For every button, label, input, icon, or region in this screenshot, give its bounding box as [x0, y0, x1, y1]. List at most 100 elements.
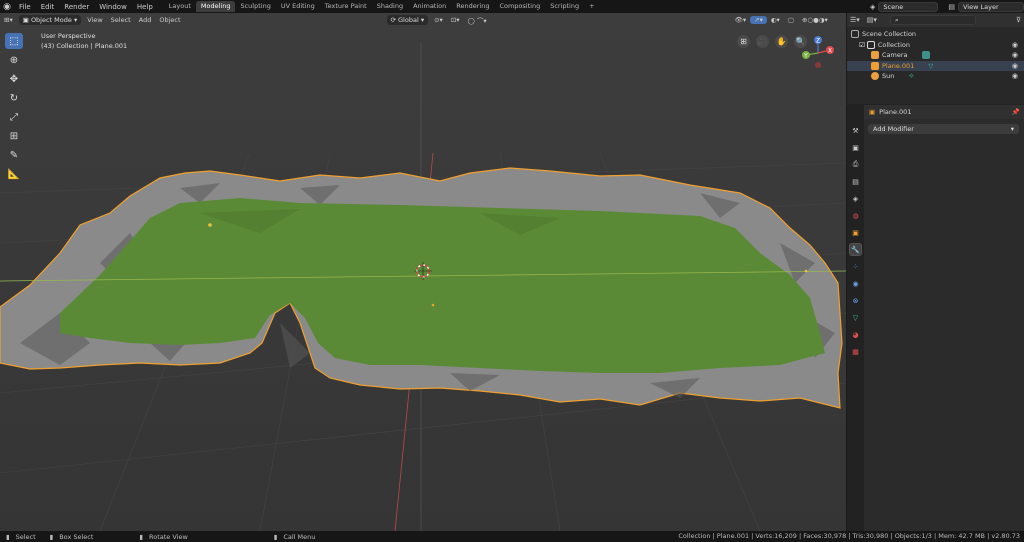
status-select: Select [15, 532, 36, 541]
proportional-edit-icon[interactable]: ◯ ⌒▾ [464, 15, 491, 25]
output-tab-icon[interactable]: ⎙ [850, 159, 861, 170]
move-icon[interactable]: ✥ [5, 71, 23, 87]
select-menu[interactable]: Select [107, 16, 135, 24]
pan-hand-icon[interactable]: ✋ [775, 35, 788, 48]
cursor-icon[interactable]: ⊕ [5, 52, 23, 68]
gizmo-z-label: Z [816, 38, 820, 45]
collection-row[interactable]: ☑ Collection ◉ [847, 40, 1024, 51]
tab-layout[interactable]: Layout [164, 1, 196, 12]
gizmo-toggle-icon[interactable]: ↗▾ [750, 16, 767, 24]
editor-type-icon[interactable]: ⊞▾ [0, 16, 17, 24]
blender-logo-icon[interactable]: ◉ [0, 0, 14, 13]
transform-orientation-dropdown[interactable]: ⟳ Global ▾ [386, 15, 429, 25]
tab-texture-paint[interactable]: Texture Paint [320, 1, 372, 12]
data-tab-icon[interactable]: ▽ [850, 312, 861, 323]
scene-field[interactable]: Scene [878, 1, 939, 12]
view-layer-field[interactable]: View Layer [958, 1, 1024, 12]
outliner-item-sun[interactable]: Sun ☼ ◉ [847, 71, 1024, 82]
pivot-icon[interactable]: ⊙▾ [430, 16, 447, 24]
pin-icon[interactable]: 📌 [1012, 108, 1020, 116]
object-mode-icon: ▣ [22, 16, 31, 24]
menu-edit[interactable]: Edit [36, 3, 60, 11]
3d-viewport[interactable]: Z Y X ⊞▾ ▣ Object Mode ▾ View Select Add… [0, 13, 846, 531]
camera-view-icon[interactable]: 🎥 [756, 35, 769, 48]
menu-render[interactable]: Render [59, 3, 94, 11]
xray-icon[interactable]: ▢ [784, 16, 798, 24]
mouse-left-icon: ▮ [6, 532, 10, 541]
world-tab-icon[interactable]: ◍ [850, 210, 861, 221]
menu-window[interactable]: Window [94, 3, 132, 11]
physics-tab-icon[interactable]: ◉ [850, 278, 861, 289]
tab-compositing[interactable]: Compositing [494, 1, 545, 12]
visibility-icon[interactable]: 👁▾ [731, 16, 751, 24]
material-tab-icon[interactable]: ◕ [850, 329, 861, 340]
tab-sculpting[interactable]: Sculpting [235, 1, 275, 12]
scene-collection-row[interactable]: Scene Collection [847, 29, 1024, 40]
view-menu[interactable]: View [83, 16, 106, 24]
outliner-item-camera[interactable]: Camera ◉ [847, 50, 1024, 61]
properties-editor: ⚒ ▣ ⎙ ▤ ◈ ◍ ▣ 🔧 ⁘ ◉ ⊗ ▽ ◕ ▦ ▣ Plane.001 … [846, 105, 1024, 531]
annotate-icon[interactable]: ✎ [5, 147, 23, 163]
modifier-tab-icon[interactable]: 🔧 [849, 243, 862, 256]
camera-visibility-icon[interactable]: ◉ [1012, 51, 1018, 59]
shading-modes-icon[interactable]: ⊕○●◑▾ [798, 16, 832, 24]
sun-label: Sun [882, 72, 895, 81]
viewport-info: User Perspective (43) Collection | Plane… [41, 32, 127, 51]
menu-file[interactable]: File [14, 3, 36, 11]
camera-data-icon [921, 51, 930, 60]
render-tab-icon[interactable]: ▣ [850, 142, 861, 153]
particles-tab-icon[interactable]: ⁘ [850, 261, 861, 272]
collection-visibility-icon[interactable]: ◉ [1012, 41, 1018, 49]
chevron-down-icon: ▾ [1010, 125, 1014, 133]
tool-tab-icon[interactable]: ⚒ [850, 125, 861, 136]
collection-checkbox[interactable]: ☑ [859, 41, 865, 49]
scene-tab-icon[interactable]: ◈ [850, 193, 861, 204]
add-menu[interactable]: Add [135, 16, 156, 24]
tab-scripting[interactable]: Scripting [545, 1, 584, 12]
scene-collection-icon [851, 30, 859, 39]
tab-animation[interactable]: Animation [408, 1, 451, 12]
overlays-icon[interactable]: ◐▾ [767, 16, 784, 24]
tab-uv-editing[interactable]: UV Editing [276, 1, 320, 12]
add-workspace-button[interactable]: + [584, 1, 599, 12]
collection-info-label: (43) Collection | Plane.001 [41, 41, 128, 50]
camera-label: Camera [882, 51, 908, 60]
mode-dropdown[interactable]: ▣ Object Mode ▾ [18, 15, 82, 25]
scale-icon[interactable]: ⤢ [5, 109, 23, 125]
object-menu[interactable]: Object [155, 16, 184, 24]
outliner-header: ☰▾ ▤▾ ⌕ ⊽ [847, 13, 1024, 27]
perspective-label: User Perspective [41, 32, 96, 40]
object-tab-icon[interactable]: ▣ [850, 227, 861, 238]
collection-icon [866, 40, 875, 49]
select-box-icon[interactable]: ⬚ [5, 33, 23, 49]
menu-help[interactable]: Help [132, 3, 158, 11]
sun-visibility-icon[interactable]: ◉ [1012, 72, 1018, 80]
mouse-middle-icon: ▮ [139, 532, 143, 541]
measure-icon[interactable]: 📐 [5, 166, 23, 182]
tab-rendering[interactable]: Rendering [451, 1, 494, 12]
plane-visibility-icon[interactable]: ◉ [1012, 62, 1018, 70]
mouse-right-icon: ▮ [273, 532, 278, 541]
zoom-icon[interactable]: 🔍 [794, 35, 807, 48]
status-bar: ▮ Select ▮ Box Select ▮ Rotate View ▮ Ca… [0, 531, 1024, 542]
tool-shelf: ⬚ ⊕ ✥ ↻ ⤢ ⊞ ✎ 📐 [5, 33, 25, 182]
outliner-item-plane[interactable]: Plane.001 ▽ ◉ [847, 60, 1024, 71]
outliner-editor-icon[interactable]: ☰▾ [850, 16, 860, 24]
transform-icon[interactable]: ⊞ [5, 128, 23, 144]
view-layer-tab-icon[interactable]: ▤ [850, 176, 861, 187]
texture-tab-icon[interactable]: ▦ [850, 346, 861, 357]
tab-shading[interactable]: Shading [372, 1, 408, 12]
tab-modeling[interactable]: Modeling [195, 1, 236, 12]
viewport-header: ⊞▾ ▣ Object Mode ▾ View Select Add Objec… [0, 13, 846, 27]
constraints-tab-icon[interactable]: ⊗ [850, 295, 861, 306]
rotate-icon[interactable]: ↻ [5, 90, 23, 106]
plane-label: Plane.001 [882, 61, 915, 70]
grid-view-icon[interactable]: ⊞ [737, 35, 750, 48]
filter-icon[interactable]: ⊽ [1016, 16, 1021, 24]
scene-statistics: Collection | Plane.001 | Verts:16,209 | … [678, 532, 1020, 540]
add-modifier-dropdown[interactable]: Add Modifier ▾ [868, 124, 1019, 134]
display-mode-icon[interactable]: ▤▾ [867, 16, 877, 24]
snap-icon[interactable]: ⊡▾ [447, 16, 464, 24]
orientation-icon: ⟳ [390, 16, 399, 24]
outliner-search-input[interactable]: ⌕ [889, 15, 976, 25]
